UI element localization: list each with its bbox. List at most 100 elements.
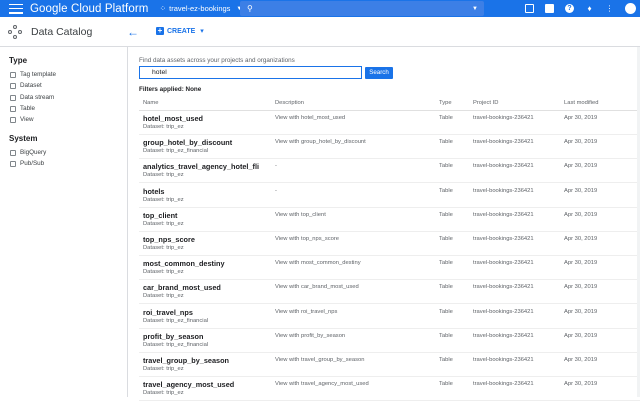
- back-arrow-icon[interactable]: ←: [127, 25, 139, 39]
- asset-project-id: travel-bookings-236421: [473, 163, 534, 170]
- asset-dataset: Dataset: trip_ez_financial: [143, 317, 209, 324]
- filter-table[interactable]: Table: [10, 105, 35, 112]
- asset-project-id: travel-bookings-236421: [473, 139, 534, 146]
- asset-type: Table: [439, 260, 453, 267]
- asset-name-link[interactable]: roi_travel_nps: [143, 308, 193, 317]
- asset-description: View with hotel_most_used: [275, 115, 346, 121]
- table-row[interactable]: car_brand_most_used Dataset: trip_ez View …: [139, 280, 640, 305]
- asset-description: View with top_client: [275, 211, 326, 218]
- search-button[interactable]: Search: [365, 67, 393, 79]
- asset-project-id: travel-bookings-236421: [473, 187, 534, 194]
- checkbox[interactable]: [10, 71, 16, 78]
- asset-dataset: Dataset: trip_ez: [143, 220, 184, 227]
- asset-last-modified: Apr 30, 2019: [564, 139, 598, 146]
- filter-label: Table: [20, 105, 36, 112]
- table-row[interactable]: top_nps_score Dataset: trip_ez View with t…: [139, 232, 640, 256]
- table-row[interactable]: top_client Dataset: trip_ez View with top_…: [139, 208, 640, 232]
- checkbox[interactable]: [10, 82, 16, 89]
- asset-last-modified: Apr 30, 2019: [564, 163, 598, 170]
- asset-dataset: Dataset: trip_ez: [143, 293, 184, 300]
- table-row[interactable]: group_hotel_by_discount Dataset: trip_ez_…: [139, 135, 640, 160]
- header-description[interactable]: Description: [275, 100, 304, 106]
- app-title[interactable]: Google Cloud Platform: [30, 3, 148, 15]
- create-button[interactable]: + CREATE ▾: [156, 27, 204, 35]
- checkbox[interactable]: [10, 116, 16, 123]
- header-last-modified[interactable]: Last modified: [564, 100, 598, 106]
- checkbox[interactable]: [10, 160, 16, 167]
- product-title: Data Catalog: [31, 25, 93, 38]
- checkbox[interactable]: [10, 94, 16, 101]
- asset-description: View with car_brand_most_used: [275, 284, 359, 291]
- asset-last-modified: Apr 30, 2019: [564, 187, 598, 194]
- asset-last-modified: Apr 30, 2019: [564, 381, 598, 388]
- asset-type: Table: [439, 284, 453, 291]
- filter-bigquery[interactable]: BigQuery: [10, 149, 46, 156]
- create-label: CREATE: [167, 27, 196, 35]
- asset-last-modified: Apr 30, 2019: [564, 115, 598, 121]
- asset-name-link[interactable]: hotel_most_used: [143, 114, 203, 123]
- table-row[interactable]: most_common_destiny Dataset: trip_ez View …: [139, 256, 640, 281]
- table-row[interactable]: profit_by_season Dataset: trip_ez_financi…: [139, 329, 640, 353]
- console-icon[interactable]: [525, 4, 534, 13]
- table-row[interactable]: hotel_most_used Dataset: trip_ez View with…: [139, 111, 640, 135]
- asset-description: View with travel_group_by_season: [275, 357, 365, 363]
- filter-dataset[interactable]: Dataset: [10, 82, 42, 89]
- asset-description: View with group_hotel_by_discount: [275, 139, 366, 146]
- type-heading: Type: [9, 56, 28, 65]
- asset-project-id: travel-bookings-236421: [473, 332, 534, 339]
- asset-name-link[interactable]: analytics_travel_agency_hotel_fli: [143, 162, 259, 171]
- more-vert-icon[interactable]: ⋮: [605, 4, 614, 13]
- filter-pubsub[interactable]: Pub/Sub: [10, 160, 44, 167]
- filter-tag-template[interactable]: Tag template: [10, 71, 56, 78]
- filter-view[interactable]: View: [10, 116, 34, 123]
- asset-dataset: Dataset: trip_ez_financial: [143, 341, 209, 348]
- data-catalog-logo: [8, 24, 22, 39]
- table-row[interactable]: roi_travel_nps Dataset: trip_ez_financial…: [139, 305, 640, 329]
- asset-name-link[interactable]: car_brand_most_used: [143, 283, 221, 292]
- asset-name-link[interactable]: hotels: [143, 187, 165, 196]
- checkbox[interactable]: [10, 149, 16, 156]
- asset-last-modified: Apr 30, 2019: [564, 260, 598, 267]
- asset-last-modified: Apr 30, 2019: [564, 236, 598, 242]
- asset-description: View with top_nps_score: [275, 236, 340, 242]
- asset-name-link[interactable]: top_client: [143, 211, 177, 220]
- asset-type: Table: [439, 236, 453, 242]
- header-type[interactable]: Type: [439, 100, 452, 106]
- asset-name-link[interactable]: profit_by_season: [143, 332, 203, 341]
- search-input[interactable]: hotel: [139, 66, 362, 79]
- asset-description: -: [275, 163, 277, 170]
- table-row[interactable]: travel_group_by_season Dataset: trip_ez Vi…: [139, 353, 640, 377]
- asset-type: Table: [439, 115, 453, 121]
- filter-label: Data stream: [20, 94, 55, 101]
- help-icon[interactable]: ?: [565, 4, 574, 13]
- notifications-icon[interactable]: ♦: [585, 4, 594, 13]
- table-row[interactable]: travel_agency_most_used Dataset: trip_ez V…: [139, 377, 640, 401]
- filter-sidebar: Type Tag template Dataset Data stream Ta…: [0, 47, 128, 397]
- asset-name-link[interactable]: most_common_destiny: [143, 259, 225, 268]
- asset-dataset: Dataset: trip_ez: [143, 245, 184, 251]
- asset-last-modified: Apr 30, 2019: [564, 211, 598, 218]
- asset-last-modified: Apr 30, 2019: [564, 284, 598, 291]
- asset-description: View with profit_by_season: [275, 332, 346, 339]
- account-avatar[interactable]: [625, 3, 636, 14]
- asset-name-link[interactable]: travel_group_by_season: [143, 356, 229, 365]
- project-dots-icon: ⁘: [159, 4, 167, 13]
- chevron-down-icon[interactable]: ▼: [472, 6, 478, 12]
- header-name[interactable]: Name: [143, 100, 158, 106]
- asset-project-id: travel-bookings-236421: [473, 357, 534, 363]
- support-icon[interactable]: [545, 4, 554, 13]
- filters-applied: Filters applied: None: [139, 86, 202, 93]
- asset-name-link[interactable]: top_nps_score: [143, 235, 195, 244]
- table-row[interactable]: hotels Dataset: trip_ez - Table travel-booki…: [139, 184, 640, 208]
- project-selector[interactable]: ⁘ travel-ez-bookings ▼: [159, 4, 242, 13]
- menu-icon[interactable]: [9, 3, 23, 14]
- filter-data-stream[interactable]: Data stream: [10, 94, 54, 101]
- asset-name-link[interactable]: group_hotel_by_discount: [143, 138, 232, 147]
- header-project-id[interactable]: Project ID: [473, 100, 498, 106]
- asset-description: -: [275, 187, 277, 194]
- checkbox[interactable]: [10, 105, 16, 112]
- asset-name-link[interactable]: travel_agency_most_used: [143, 380, 234, 389]
- table-row[interactable]: analytics_travel_agency_hotel_fli Dataset…: [139, 159, 640, 184]
- console-search-bar[interactable]: ⚲ ▼: [240, 1, 484, 16]
- filter-label: BigQuery: [20, 149, 47, 156]
